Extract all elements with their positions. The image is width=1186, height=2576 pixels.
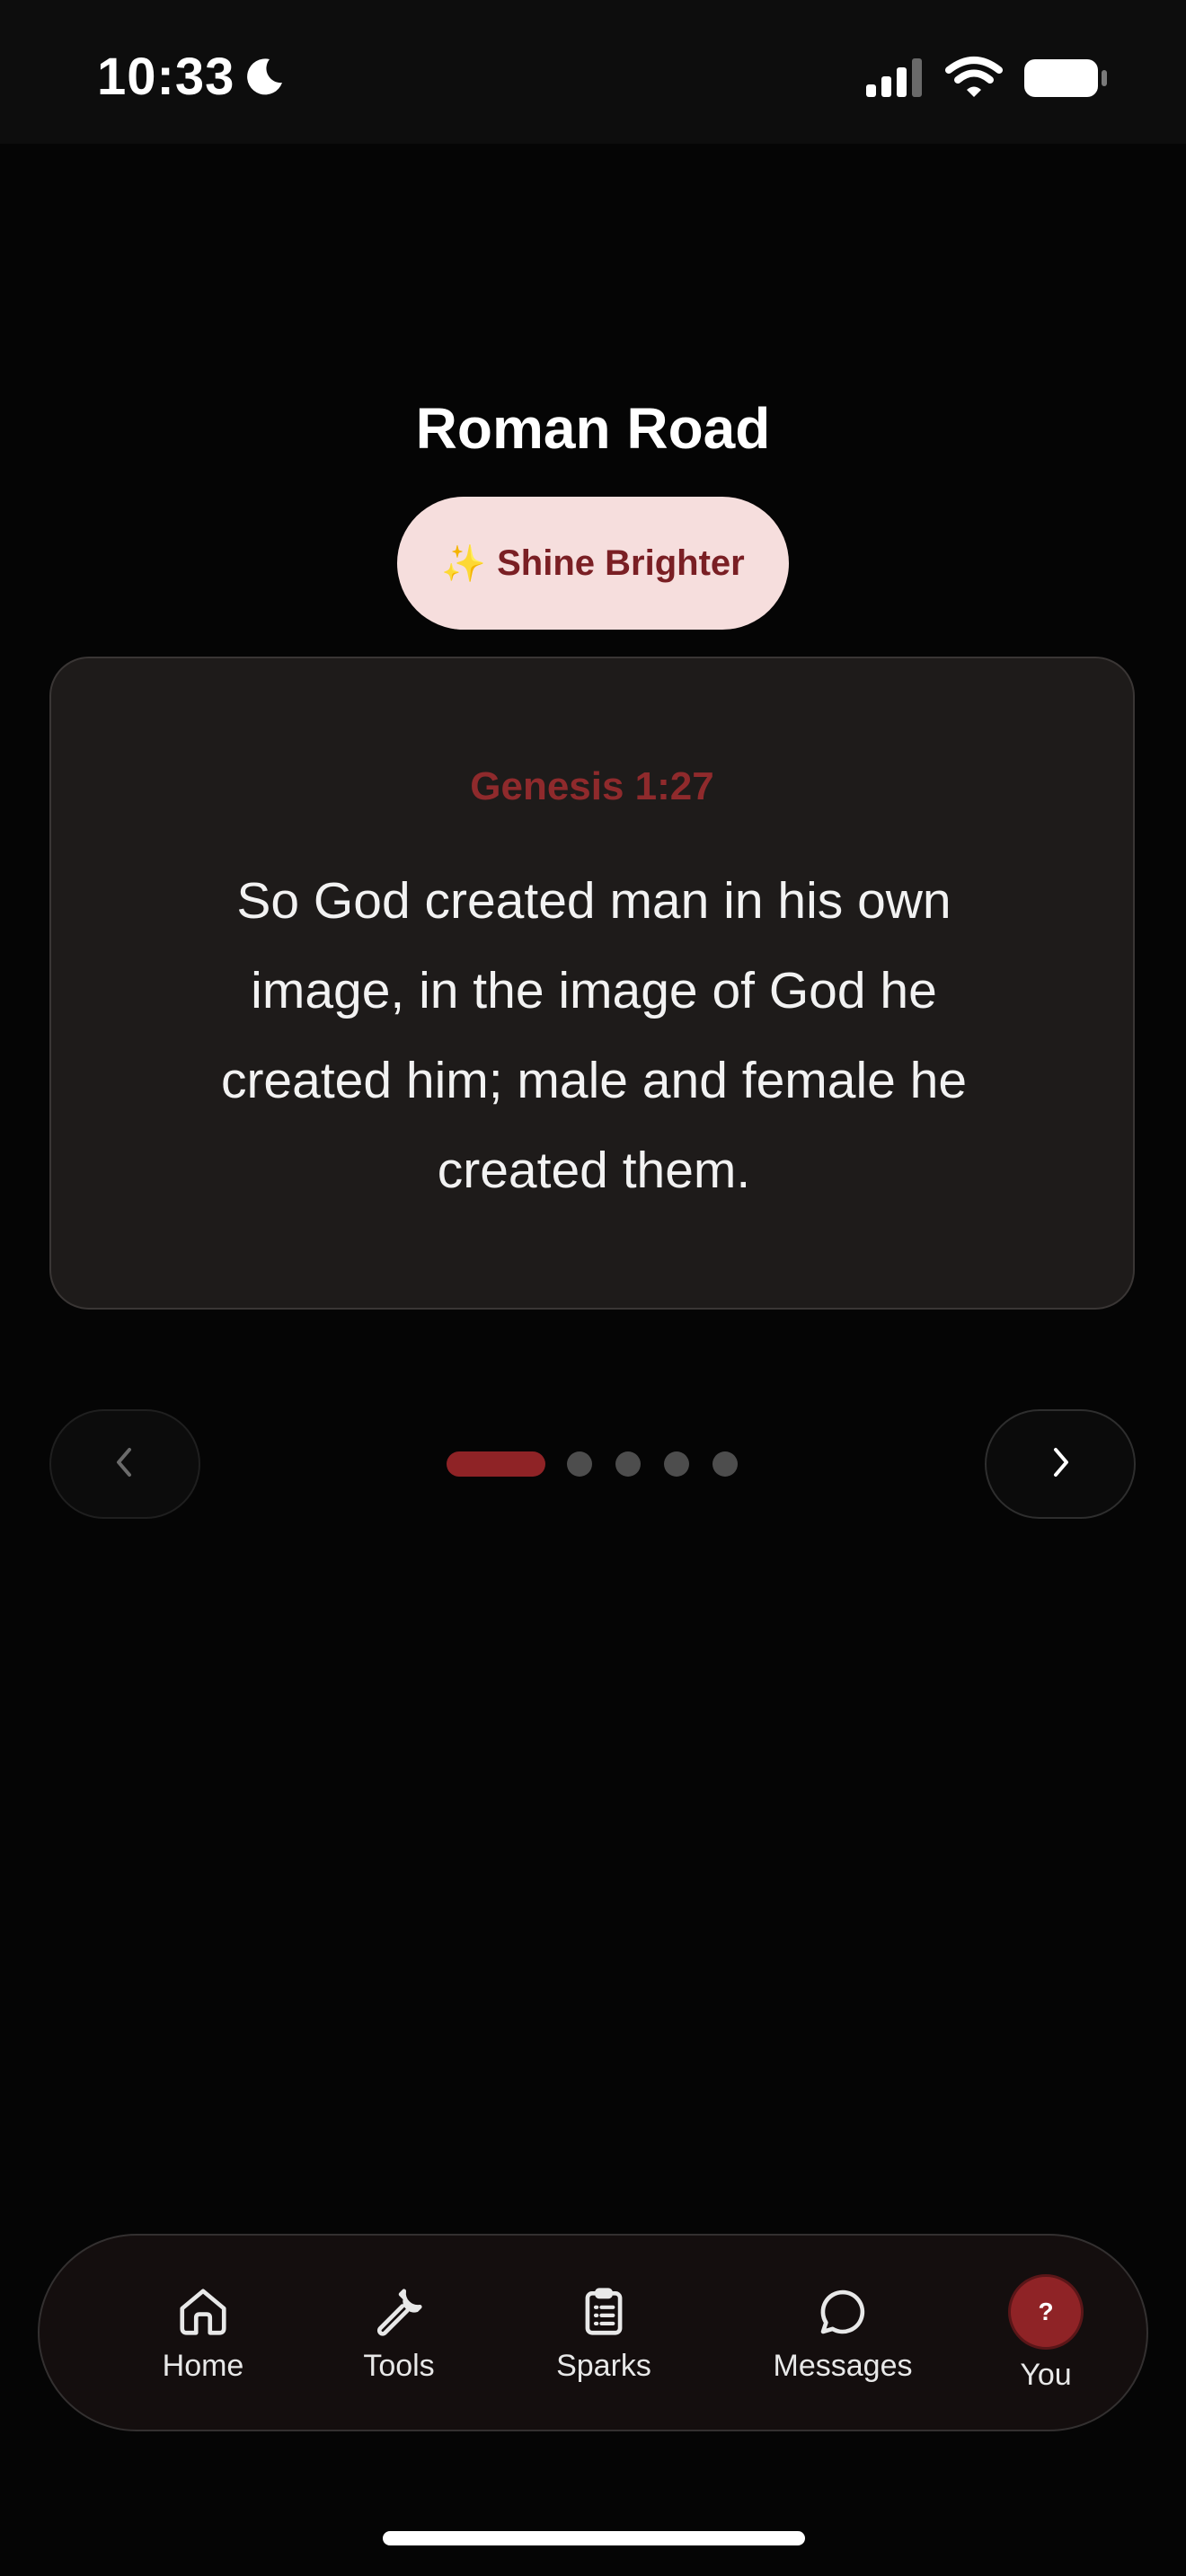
wifi-icon [945, 56, 1003, 101]
status-time: 10:33 [97, 48, 235, 106]
status-bar: 10:33 [0, 0, 1186, 144]
avatar: ? [1008, 2274, 1084, 2350]
previous-button[interactable] [49, 1409, 200, 1519]
tab-bar: Home Tools Sparks Messages ? You [38, 2234, 1148, 2431]
shine-brighter-button[interactable]: ✨ Shine Brighter [397, 497, 789, 630]
tab-tools[interactable]: Tools [316, 2236, 482, 2433]
tab-tools-label: Tools [363, 2349, 435, 2383]
tab-home[interactable]: Home [120, 2236, 286, 2433]
next-button[interactable] [985, 1409, 1136, 1519]
moon-icon [243, 56, 286, 103]
verse-reference: Genesis 1:27 [470, 764, 714, 808]
chevron-left-icon [111, 1444, 138, 1485]
chat-bubble-icon [815, 2280, 871, 2343]
tab-you[interactable]: ? You [983, 2236, 1109, 2433]
page-dot-active [447, 1451, 545, 1477]
tab-sparks-label: Sparks [556, 2349, 651, 2383]
tab-you-avatar-wrap: ? [1008, 2272, 1084, 2352]
tab-home-label: Home [162, 2349, 244, 2383]
wrench-icon [371, 2280, 427, 2343]
page-title: Roman Road [415, 396, 771, 461]
home-indicator [383, 2531, 805, 2545]
tab-you-label: You [1020, 2358, 1072, 2392]
verse-card: Genesis 1:27 So God created man in his o… [49, 657, 1135, 1310]
page-dot [712, 1451, 738, 1477]
shine-brighter-label: Shine Brighter [497, 543, 745, 583]
sparkles-icon: ✨ [441, 543, 487, 584]
cellular-signal-icon [864, 57, 927, 101]
home-icon [175, 2280, 231, 2343]
page-dot [664, 1451, 689, 1477]
verse-text: So God created man in his own image, in … [220, 872, 968, 1199]
tab-messages[interactable]: Messages [731, 2236, 954, 2433]
page-dot [567, 1451, 592, 1477]
battery-icon [1022, 57, 1109, 103]
clipboard-icon [576, 2280, 632, 2343]
tab-sparks[interactable]: Sparks [521, 2236, 686, 2433]
chevron-right-icon [1047, 1444, 1074, 1485]
tab-messages-label: Messages [773, 2349, 913, 2383]
page-dot [615, 1451, 641, 1477]
